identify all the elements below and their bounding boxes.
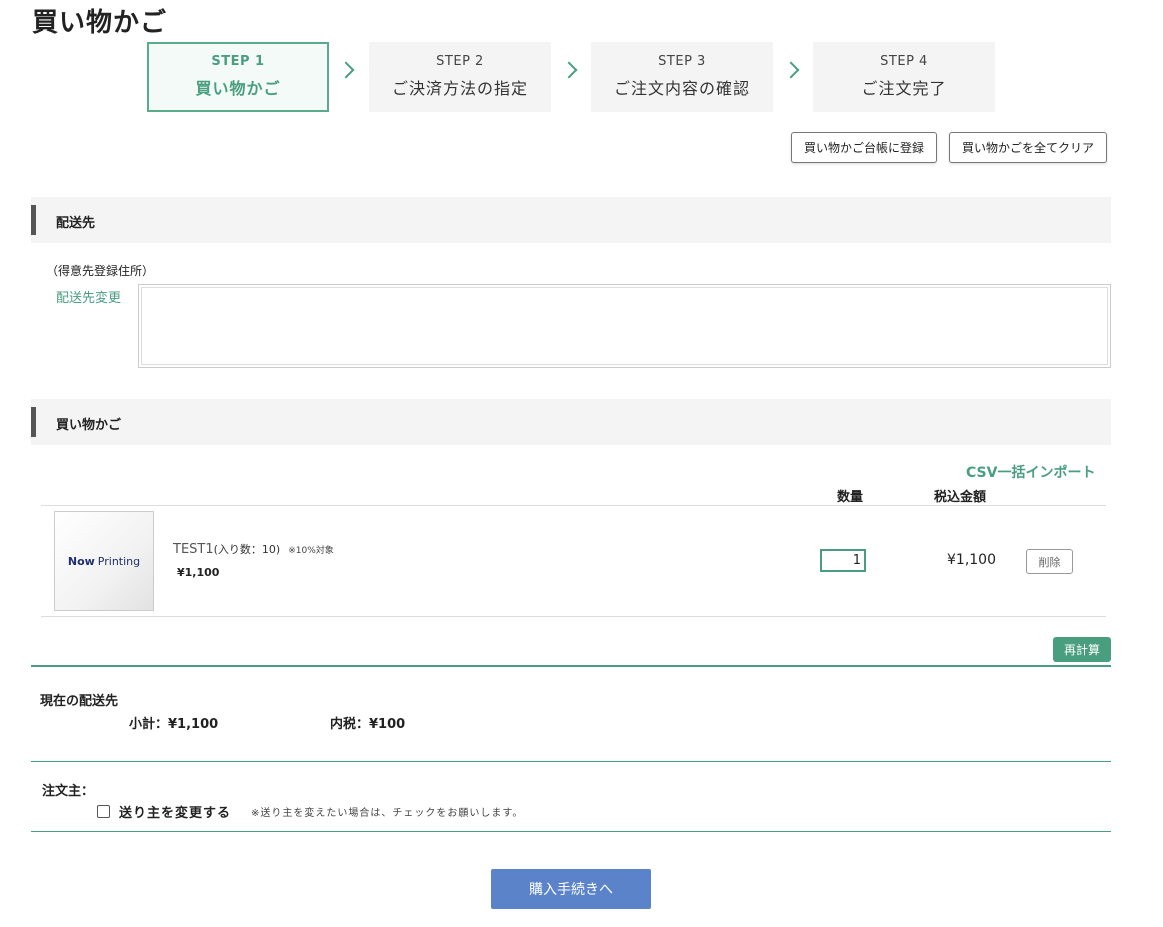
step-number: STEP 2 — [436, 54, 484, 69]
product-title: TEST1 — [173, 542, 214, 557]
step-label: ご決済方法の指定 — [391, 79, 528, 98]
step-4: STEP 4 ご注文完了 — [813, 42, 995, 112]
included-tax: 内税：¥100 — [330, 717, 406, 732]
section-title: 買い物かご — [56, 418, 122, 433]
divider — [31, 665, 1111, 667]
quantity-input[interactable] — [820, 549, 866, 572]
column-header-quantity: 数量 — [837, 490, 864, 505]
current-destination-label: 現在の配送先 — [40, 694, 119, 709]
step-number: STEP 3 — [658, 54, 706, 69]
shipping-section-header: 配送先 — [31, 197, 1111, 243]
section-title: 配送先 — [56, 216, 96, 231]
save-to-ledger-button[interactable]: 買い物かご台帳に登録 — [791, 132, 937, 163]
divider — [41, 505, 1106, 506]
change-sender-label[interactable]: 送り主を変更する — [119, 802, 231, 821]
divider — [31, 761, 1111, 762]
thumbnail-text: Now — [67, 554, 95, 568]
chevron-right-icon — [337, 61, 355, 79]
change-sender-checkbox[interactable] — [97, 805, 110, 818]
recalculate-button[interactable]: 再計算 — [1053, 637, 1111, 662]
product-pack-size: (入り数：10) — [213, 543, 281, 556]
product-unit-price: ¥1,100 — [177, 566, 220, 579]
product-thumbnail: Now Printing — [54, 511, 154, 611]
subtotal: 小計：¥1,100 — [129, 717, 219, 732]
orderer-label: 注文主： — [42, 784, 95, 799]
step-label: 買い物かご — [195, 79, 281, 98]
csv-import-link[interactable]: CSV一括インポート — [966, 462, 1095, 482]
thumbnail-text: Printing — [97, 554, 141, 568]
shipping-address-box[interactable] — [138, 284, 1111, 368]
step-label: ご注文内容の確認 — [613, 79, 750, 98]
step-1: STEP 1 買い物かご — [147, 42, 329, 112]
step-number: STEP 4 — [880, 54, 928, 69]
step-number: STEP 1 — [211, 54, 265, 69]
step-label: ご注文完了 — [861, 79, 947, 98]
divider — [41, 616, 1106, 617]
delete-item-button[interactable]: 削除 — [1026, 549, 1073, 574]
step-2: STEP 2 ご決済方法の指定 — [369, 42, 551, 112]
section-marker — [31, 407, 36, 437]
product-name: TEST1(入り数：10) ※10%対象 — [173, 541, 334, 557]
cart-section-header: 買い物かご — [31, 399, 1111, 445]
step-3: STEP 3 ご注文内容の確認 — [591, 42, 773, 112]
proceed-to-checkout-button[interactable]: 購入手続きへ — [491, 869, 651, 909]
page-title: 買い物かご — [32, 8, 168, 38]
section-marker — [31, 205, 36, 235]
column-header-total: 税込金額 — [934, 490, 987, 505]
clear-cart-button[interactable]: 買い物かごを全てクリア — [949, 132, 1107, 163]
divider — [31, 831, 1111, 832]
shipping-address-value — [141, 287, 1108, 365]
chevron-right-icon — [782, 61, 800, 79]
tax-rate-note: ※10%対象 — [288, 546, 334, 556]
change-destination-link[interactable]: 配送先変更 — [56, 287, 121, 306]
registered-address-label: （得意先登録住所） — [46, 264, 155, 278]
line-total: ¥1,100 — [947, 552, 996, 568]
chevron-right-icon — [560, 61, 578, 79]
change-sender-note: ※送り主を変えたい場合は、チェックをお願いします。 — [251, 808, 524, 819]
